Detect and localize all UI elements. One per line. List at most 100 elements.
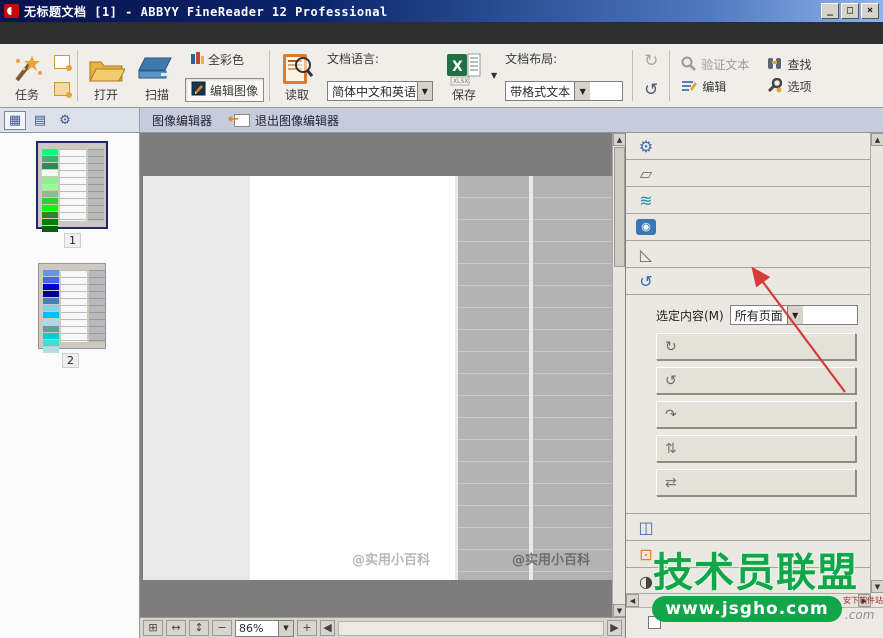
zoom-level-select[interactable]: 86% ▼ bbox=[235, 620, 294, 637]
app-window: 无标题文档 [1] - ABBYY FineReader 12 Professi… bbox=[0, 0, 883, 638]
panel-item[interactable]: ◑ bbox=[626, 568, 871, 595]
undo-icon[interactable]: ↺ bbox=[644, 80, 658, 100]
panel-item[interactable]: ≋ bbox=[626, 187, 871, 214]
tasks-button[interactable]: 任务 bbox=[4, 46, 50, 105]
edit-button[interactable]: 编辑 bbox=[681, 78, 749, 96]
zoom-toolbar: ⊞ ↔ ↕ − 86% ▼ + ◀ ▶ bbox=[140, 617, 625, 638]
tools-panel: ⚙ ▱ ≋ ◉ bbox=[625, 133, 883, 638]
table-row bbox=[143, 310, 615, 332]
doc-layout-select[interactable]: 带格式文本 ▼ bbox=[505, 81, 623, 101]
color-swatch bbox=[202, 289, 249, 309]
thumb-stripe bbox=[42, 163, 58, 169]
flip-vertical-icon: ⇅ bbox=[665, 441, 677, 457]
close-button[interactable]: × bbox=[861, 3, 879, 19]
invert-icon: ◑ bbox=[636, 572, 656, 591]
thumb-stripe bbox=[43, 298, 59, 304]
thumb-stripe bbox=[42, 191, 58, 197]
panel-item[interactable]: ↺ bbox=[626, 268, 871, 295]
rotate-action-button[interactable]: ↺ bbox=[656, 367, 856, 394]
doc-language-select[interactable]: 简体中文和英语 ▼ bbox=[327, 81, 433, 101]
scroll-up-icon[interactable]: ▲ bbox=[871, 133, 883, 146]
thumb-stripe bbox=[43, 319, 59, 325]
thumb-stripe bbox=[42, 177, 58, 183]
chevron-down-icon: ▼ bbox=[787, 306, 803, 324]
panel-item[interactable]: ◉ bbox=[626, 214, 871, 241]
thumb-stripe bbox=[42, 198, 58, 204]
page-properties-icon[interactable]: ⚙ bbox=[54, 111, 76, 130]
color-swatch bbox=[146, 311, 200, 331]
color-swatch bbox=[202, 333, 249, 353]
panel-vertical-scrollbar[interactable]: ▲ ▼ bbox=[870, 133, 883, 593]
thumb-stripe bbox=[42, 205, 58, 211]
deskew-icon: ▱ bbox=[636, 164, 656, 183]
maximize-button[interactable]: □ bbox=[841, 3, 859, 19]
color-bars-icon bbox=[190, 51, 204, 68]
hscroll-left-icon[interactable]: ◀ bbox=[320, 620, 335, 636]
page-thumbnail-1[interactable] bbox=[36, 141, 108, 229]
panel-item[interactable]: ⚙ bbox=[626, 133, 871, 160]
panel-checkbox[interactable] bbox=[648, 616, 661, 629]
panel-footer bbox=[626, 607, 883, 638]
options-button[interactable]: 选项 bbox=[767, 78, 811, 96]
verify-text-button[interactable]: 验证文本 bbox=[681, 56, 749, 74]
horizontal-scrollbar[interactable] bbox=[338, 621, 604, 636]
save-button[interactable]: X XLSX 保存 bbox=[439, 46, 489, 105]
rotate-action-button[interactable]: ⇄ bbox=[656, 469, 856, 496]
minimize-button[interactable]: _ bbox=[821, 3, 839, 19]
panel-item[interactable]: ◫ bbox=[626, 514, 871, 541]
edit-image-button[interactable]: 编辑图像 bbox=[185, 78, 264, 102]
image-canvas: ▲ ▼ ⊞ ↔ ↕ − 86% ▼ + ◀ ▶ bbox=[140, 133, 625, 638]
read-button[interactable]: 读取 bbox=[273, 46, 321, 105]
chevron-down-icon: ▼ bbox=[574, 82, 590, 100]
color-swatch bbox=[202, 201, 249, 221]
scroll-down-icon[interactable]: ▼ bbox=[871, 580, 883, 593]
panel-item[interactable]: ⊡ bbox=[626, 541, 871, 568]
fit-height-icon[interactable]: ↕ bbox=[189, 620, 209, 636]
copy-page-icon[interactable] bbox=[54, 82, 70, 96]
rotate-action-button[interactable]: ⇅ bbox=[656, 435, 856, 462]
scan-button[interactable]: 扫描 bbox=[131, 46, 183, 105]
color-swatch bbox=[146, 289, 200, 309]
selection-select[interactable]: 所有页面 ▼ bbox=[730, 305, 858, 325]
rotate-action-button[interactable]: ↷ bbox=[656, 401, 856, 428]
edit-pencil-icon bbox=[681, 78, 697, 95]
hscroll-right-icon[interactable]: ▶ bbox=[607, 620, 622, 636]
rotate-action-button[interactable]: ↻ bbox=[656, 333, 856, 360]
find-button[interactable]: 查找 bbox=[767, 56, 811, 74]
panel-item[interactable]: ▱ bbox=[626, 160, 871, 187]
new-page-icon[interactable] bbox=[54, 55, 70, 69]
rotate-flip-section: 选定内容(M) 所有页面 ▼ ↻ ↺ bbox=[626, 295, 871, 514]
exit-editor-button[interactable]: 退出图像编辑器 bbox=[234, 112, 339, 129]
separator bbox=[269, 50, 270, 101]
color-table-image bbox=[143, 176, 615, 580]
detail-view-icon[interactable]: ▤ bbox=[29, 111, 51, 130]
rotate-icon: ↺ bbox=[636, 272, 656, 291]
thumb-stripe bbox=[42, 170, 58, 176]
redo-icon[interactable]: ↻ bbox=[644, 51, 658, 71]
thumb-stripe bbox=[43, 291, 59, 297]
scrollbar-thumb[interactable] bbox=[614, 147, 625, 267]
scroll-right-icon[interactable]: ▶ bbox=[858, 594, 871, 607]
fit-width-icon[interactable]: ↔ bbox=[166, 620, 186, 636]
zoom-out-button[interactable]: − bbox=[212, 620, 232, 636]
exit-arrow-icon bbox=[234, 114, 250, 127]
table-row bbox=[143, 354, 615, 376]
color-swatch bbox=[202, 443, 249, 463]
fit-page-icon[interactable]: ⊞ bbox=[143, 620, 163, 636]
scroll-left-icon[interactable]: ◀ bbox=[626, 594, 639, 607]
page-thumbnail-2[interactable] bbox=[38, 263, 106, 349]
panel-horizontal-scrollbar[interactable]: ◀ ▶ bbox=[626, 593, 871, 607]
thumb-stripe bbox=[42, 226, 58, 232]
save-format-dropdown[interactable]: ▼ bbox=[491, 71, 497, 80]
vertical-scrollbar[interactable]: ▲ ▼ bbox=[612, 133, 625, 617]
folder-icon bbox=[87, 52, 125, 86]
color-swatch bbox=[146, 201, 200, 221]
open-button[interactable]: 打开 bbox=[81, 46, 131, 105]
rotate-right-icon: ↻ bbox=[665, 339, 677, 355]
panel-item[interactable]: ◺ bbox=[626, 241, 871, 268]
thumbnail-view-icon[interactable]: ▦ bbox=[4, 111, 26, 130]
color-swatch bbox=[146, 553, 200, 573]
color-mode-button[interactable]: 全彩色 bbox=[185, 49, 264, 70]
zoom-in-button[interactable]: + bbox=[297, 620, 317, 636]
separator bbox=[669, 50, 670, 101]
